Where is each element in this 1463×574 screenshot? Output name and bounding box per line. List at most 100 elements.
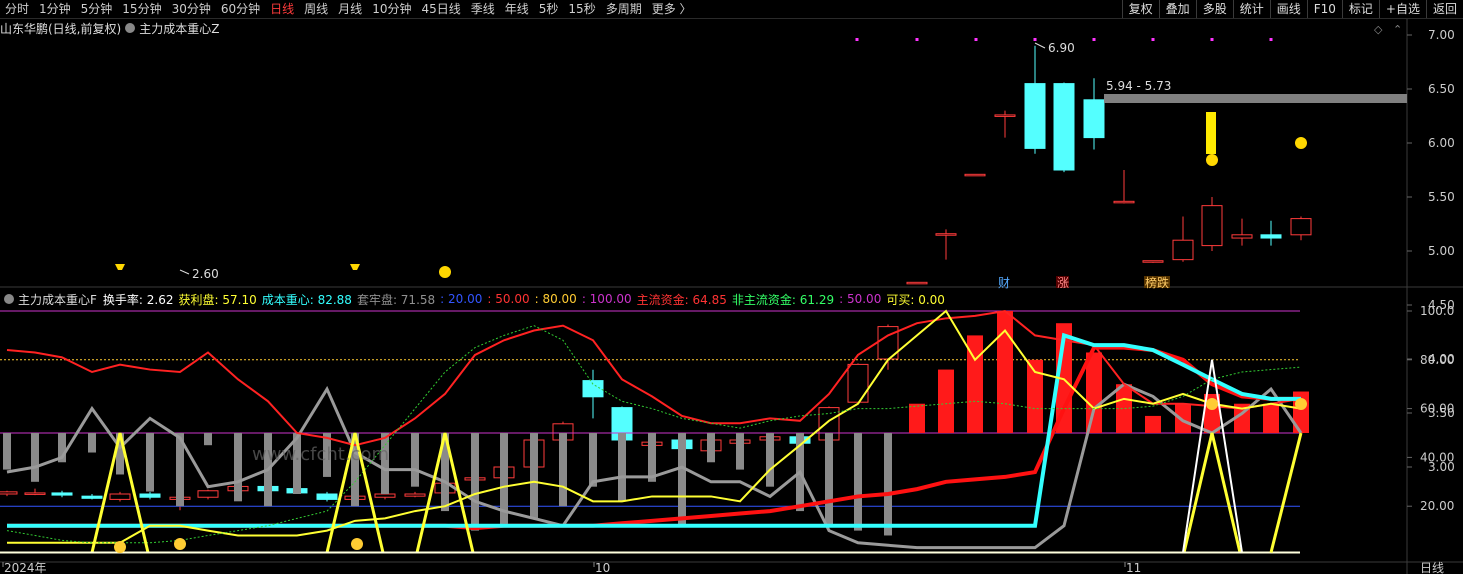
signal-dot [1092,38,1096,41]
time-label: 11 [1126,561,1141,574]
gray-bar [678,433,686,526]
red-bar [909,403,925,433]
gray-bar [618,433,626,502]
candle-body [139,493,161,498]
watermark-text: www.cfcht.com [252,444,389,465]
gray-bar [854,433,862,531]
smiley-icon [114,541,126,553]
diamond-icon[interactable]: ◇ [1374,23,1383,36]
candle-body [906,281,928,285]
candle-body [24,492,46,495]
smiley-icon [351,538,363,550]
candle-body [1053,83,1075,171]
low-price-label: 2.60 [192,267,219,281]
signal-dot [1269,38,1273,41]
candle-body [994,114,1016,117]
gray-bar [707,433,715,463]
gray-bar [204,433,212,446]
collapse-icon[interactable]: ⌃ [1393,23,1402,36]
candle-body [1113,200,1135,204]
candle-body [1231,234,1253,239]
main-fund-line [6,309,1302,447]
price-tick-label: 6.00 [1428,136,1455,150]
gray-bar [471,433,479,531]
candle-body [0,491,18,495]
gray-bar [825,433,833,526]
buy-spike [1269,432,1303,553]
money-bag-icon [1295,137,1307,149]
red-bar [1145,415,1161,433]
candle-body [1083,99,1105,139]
red-bar [1175,403,1191,433]
gray-bar [234,433,242,502]
axes: 7.006.506.005.505.004.504.003.503.00100.… [2,28,1455,574]
sub-tick-label: 60.00 [1420,402,1454,416]
sub-chart-pane [0,309,1309,554]
candle-body [197,490,219,498]
chart-canvas[interactable]: 6.90 2.60 5.94 - 5.73 财 涨 榜跌 7.00 6.50 6.00 5.50… [0,0,1463,574]
candle-body [1142,260,1164,263]
sub-tick-label: 20.00 [1420,499,1454,513]
smiley-icon [1295,398,1307,410]
candle-body [404,493,426,497]
price-tick-label: 6.50 [1428,82,1455,96]
price-tick-label: 5.00 [1428,244,1455,258]
candle-body [1260,234,1282,239]
money-bag-icon [439,266,451,278]
time-label: 10 [595,561,610,574]
signal-dot [974,38,978,41]
candle-body [964,173,986,177]
signal-dot [1210,38,1214,41]
gray-bar [884,433,892,536]
gray-bar [766,433,774,487]
red-bar [1086,352,1102,433]
high-price-label: 6.90 [1048,41,1075,55]
candle-body [935,233,957,236]
sub-tick-label: 100.0 [1420,304,1454,318]
candle-body [1201,205,1223,247]
marker-bangdie: 榜跌 [1145,275,1169,290]
gray-bar [736,433,744,470]
price-range-band [1104,94,1407,103]
gray-bar [31,433,39,482]
smiley-icon [174,538,186,550]
gray-bar [411,433,419,487]
candle-body [81,495,103,499]
price-tick-label: 7.00 [1428,28,1455,42]
signal-dot [915,38,919,41]
signal-dot [1151,38,1155,41]
marker-zhang: 涨 [1057,275,1069,290]
gray-bar [146,433,154,492]
red-bar [1263,403,1279,433]
price-tick-label: 5.50 [1428,190,1455,204]
period-label: 日线 [1420,561,1444,574]
trophy-icon [115,264,125,270]
trophy-icon [350,264,360,270]
candle-body [109,493,131,500]
gray-bar [589,433,597,487]
low-pointer [179,269,190,275]
time-label: 2024年 [4,561,47,574]
gray-bar [3,433,11,470]
candle-body [847,363,869,403]
candle-body [51,492,73,496]
marker-cai: 财 [998,276,1010,290]
candle-body [1024,83,1046,149]
signal-dot [855,38,859,41]
money-bag-icon [1206,154,1218,166]
candle-body [374,493,396,498]
highlight-bar [1206,112,1216,154]
gray-bar [559,433,567,507]
high-pointer [1034,42,1046,49]
candle-body [1172,239,1194,261]
sub-tick-label: 40.00 [1420,450,1454,464]
candle-body [316,493,338,500]
candle-body [1290,218,1312,236]
gray-bar [88,433,96,453]
signal-dot [1033,38,1037,41]
gray-bar [530,433,538,519]
sub-tick-label: 80.00 [1420,353,1454,367]
range-label: 5.94 - 5.73 [1106,79,1171,93]
candle-body [582,380,604,398]
smiley-icon [1206,398,1218,410]
